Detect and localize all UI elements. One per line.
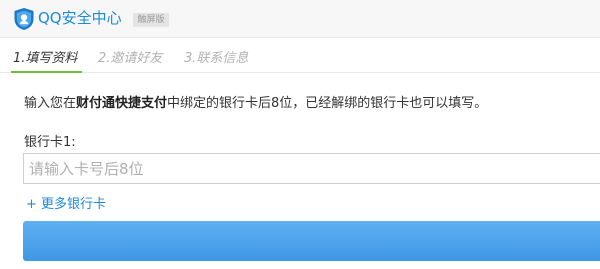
step-fill-info: 1.填写资料 — [13, 51, 78, 66]
step-contact-info: 3.联系信息 — [184, 51, 249, 66]
step-invite-friends: 2.邀请好友 — [98, 51, 163, 66]
instruction-prefix: 输入您在 — [24, 96, 77, 111]
add-more-cards-link[interactable]: + 更多银行卡 — [26, 196, 106, 213]
shield-logo-icon — [14, 8, 34, 30]
instruction-suffix: 中绑定的银行卡后8位，已经解绑的银行卡也可以填写。 — [167, 96, 488, 111]
card-field-label: 银行卡1: — [24, 135, 76, 150]
page: QQ安全中心 触屏版 1.填写资料 2.邀请好友 3.联系信息 输入您在财付通快… — [0, 0, 600, 269]
header: QQ安全中心 触屏版 — [0, 0, 600, 38]
instruction-bold: 财付通快捷支付 — [76, 96, 168, 111]
submit-button[interactable] — [23, 221, 600, 261]
step-tabs: 1.填写资料 2.邀请好友 3.联系信息 — [0, 38, 600, 73]
card-number-input[interactable] — [23, 153, 600, 184]
brand-title: QQ安全中心 — [38, 9, 122, 27]
active-step-underline — [11, 71, 82, 73]
version-badge: 触屏版 — [133, 13, 169, 27]
instruction-text: 输入您在财付通快捷支付中绑定的银行卡后8位，已经解绑的银行卡也可以填写。 — [24, 95, 487, 113]
